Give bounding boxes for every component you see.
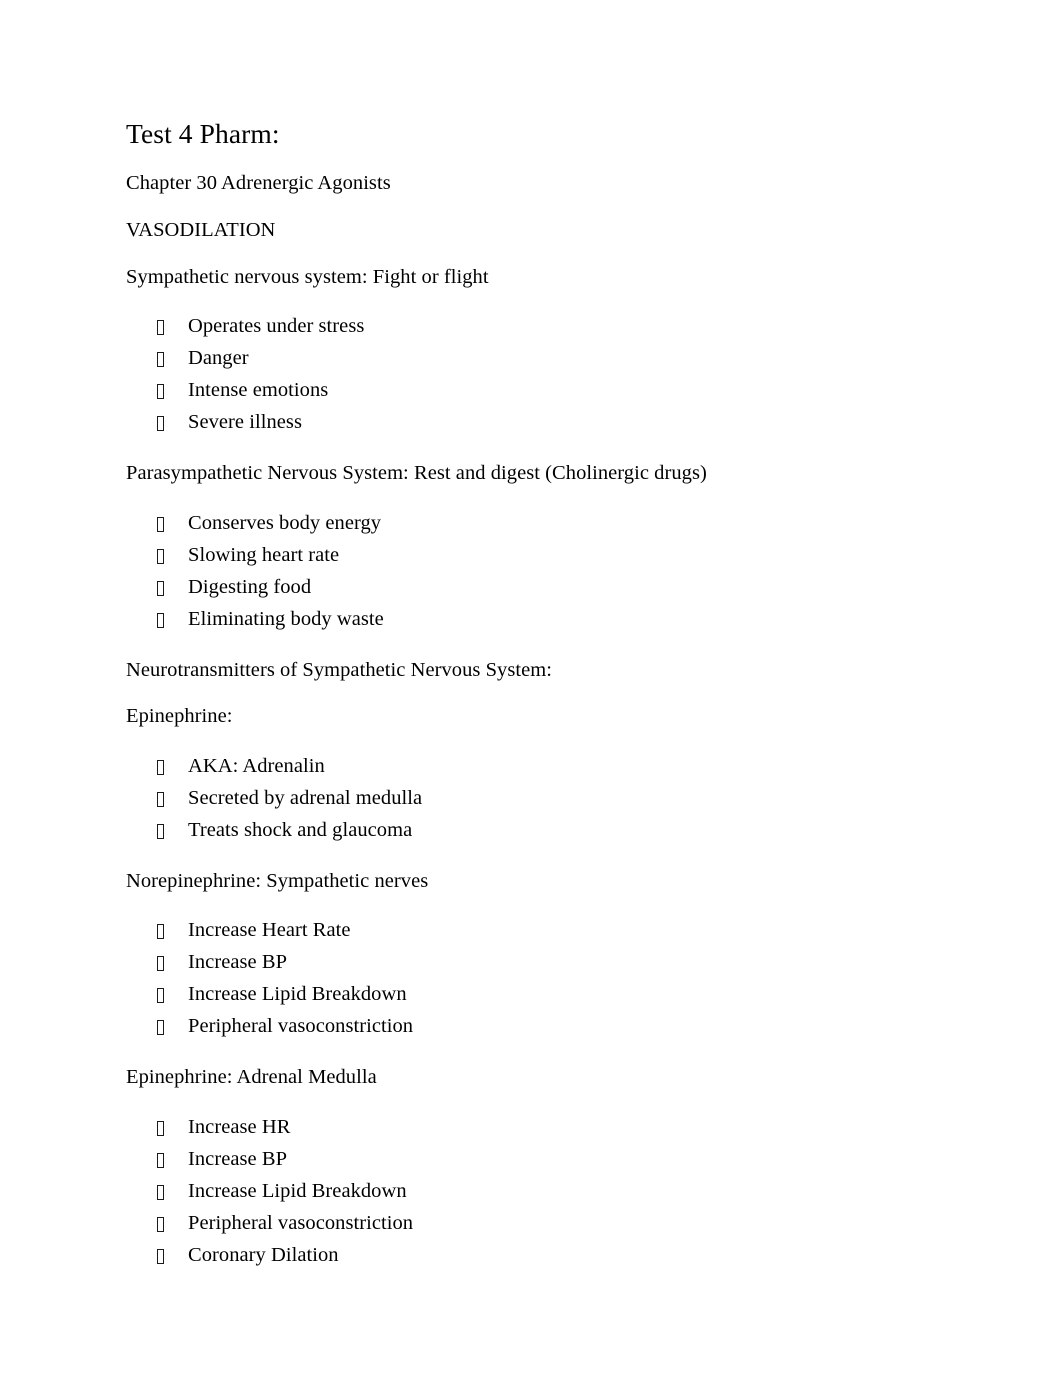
missing-glyph-box-icon: [157, 823, 164, 839]
list-item-label: Increase HR: [188, 1115, 291, 1138]
list-item-label: Increase BP: [188, 1147, 288, 1170]
document-body: Chapter 30 Adrenergic Agonists VASODILATI…: [126, 171, 936, 1271]
missing-glyph-box-icon: [157, 1020, 164, 1036]
page-title: Test 4 Pharm:: [126, 118, 280, 149]
bullet-list: Increase Heart Rate Increase BP Increase L…: [126, 915, 936, 1043]
list-item: Increase Heart Rate: [126, 915, 936, 947]
list-item-label: Peripheral vasoconstriction: [188, 1015, 414, 1038]
paragraph: Chapter 30 Adrenergic Agonists: [126, 172, 391, 195]
missing-glyph-box-icon: [157, 352, 164, 368]
list-item: Eliminating body waste: [126, 604, 936, 636]
missing-glyph-box-icon: [157, 759, 164, 775]
list-item: Increase HR: [126, 1112, 936, 1144]
list-item: Increase Lipid Breakdown: [126, 979, 936, 1011]
list-item-label: Increase Lipid Breakdown: [188, 983, 407, 1006]
list-item-label: Treats shock and glaucoma: [188, 818, 413, 841]
list-item: Severe illness: [126, 407, 936, 439]
document-page: Test 4 Pharm: Chapter 30 Adrenergic Agon…: [0, 0, 1062, 1377]
list-item-label: Increase Heart Rate: [188, 919, 351, 942]
list-item: Increase BP: [126, 947, 936, 979]
missing-glyph-box-icon: [157, 580, 164, 596]
list-item-label: AKA: Adrenalin: [188, 754, 325, 777]
list-item-label: Eliminating body waste: [188, 607, 384, 630]
missing-glyph-box-icon: [157, 1216, 164, 1232]
missing-glyph-box-icon: [157, 612, 164, 628]
missing-glyph-box-icon: [157, 320, 164, 336]
bullet-list: Increase HR Increase BP Increase Lipid Bre…: [126, 1112, 936, 1272]
list-item: Coronary Dilation: [126, 1240, 936, 1272]
bullet-list: AKA: Adrenalin Secreted by adrenal medull…: [126, 751, 936, 847]
list-item: Slowing heart rate: [126, 540, 936, 572]
missing-glyph-box-icon: [157, 548, 164, 564]
list-item-label: Increase Lipid Breakdown: [188, 1179, 407, 1202]
list-item: Peripheral vasoconstriction: [126, 1208, 936, 1240]
bullet-list: Operates under stress Danger Intense emoti…: [126, 311, 936, 439]
list-item: Danger: [126, 343, 936, 375]
missing-glyph-box-icon: [157, 924, 164, 940]
missing-glyph-box-icon: [157, 1248, 164, 1264]
list-item-label: Operates under stress: [188, 315, 365, 338]
missing-glyph-box-icon: [157, 988, 164, 1004]
paragraph: Neurotransmitters of Sympathetic Nervous…: [126, 658, 552, 681]
list-item-label: Coronary Dilation: [188, 1243, 339, 1266]
list-item-label: Increase BP: [188, 951, 288, 974]
missing-glyph-box-icon: [157, 516, 164, 532]
missing-glyph-box-icon: [157, 1152, 164, 1168]
missing-glyph-box-icon: [157, 1120, 164, 1136]
paragraph: Sympathetic nervous system: Fight or fli…: [126, 265, 489, 288]
list-item: Increase BP: [126, 1144, 936, 1176]
list-item: Conserves body energy: [126, 508, 936, 540]
list-item: Treats shock and glaucoma: [126, 815, 936, 847]
list-item: Secreted by adrenal medulla: [126, 783, 936, 815]
list-item-label: Slowing heart rate: [188, 543, 340, 566]
list-item: Digesting food: [126, 572, 936, 604]
paragraph: Epinephrine: Adrenal Medulla: [126, 1066, 377, 1089]
list-item-label: Digesting food: [188, 575, 312, 598]
list-item-label: Secreted by adrenal medulla: [188, 786, 423, 809]
missing-glyph-box-icon: [157, 956, 164, 972]
list-item-label: Intense emotions: [188, 379, 329, 402]
list-item-label: Peripheral vasoconstriction: [188, 1211, 414, 1234]
missing-glyph-box-icon: [157, 416, 164, 432]
missing-glyph-box-icon: [157, 1184, 164, 1200]
paragraph: Parasympathetic Nervous System: Rest and…: [126, 462, 707, 485]
list-item-label: Severe illness: [188, 411, 302, 434]
missing-glyph-box-icon: [157, 384, 164, 400]
missing-glyph-box-icon: [157, 791, 164, 807]
bullet-list: Conserves body energy Slowing heart rate D…: [126, 508, 936, 636]
paragraph: Norepinephrine: Sympathetic nerves: [126, 869, 429, 892]
list-item: Peripheral vasoconstriction: [126, 1011, 936, 1043]
list-item-label: Danger: [188, 347, 249, 370]
list-item: Increase Lipid Breakdown: [126, 1176, 936, 1208]
paragraph: Epinephrine:: [126, 705, 233, 728]
paragraph: VASODILATION: [126, 219, 276, 242]
list-item: AKA: Adrenalin: [126, 751, 936, 783]
list-item-label: Conserves body energy: [188, 511, 382, 534]
list-item: Intense emotions: [126, 375, 936, 407]
list-item: Operates under stress: [126, 311, 936, 343]
